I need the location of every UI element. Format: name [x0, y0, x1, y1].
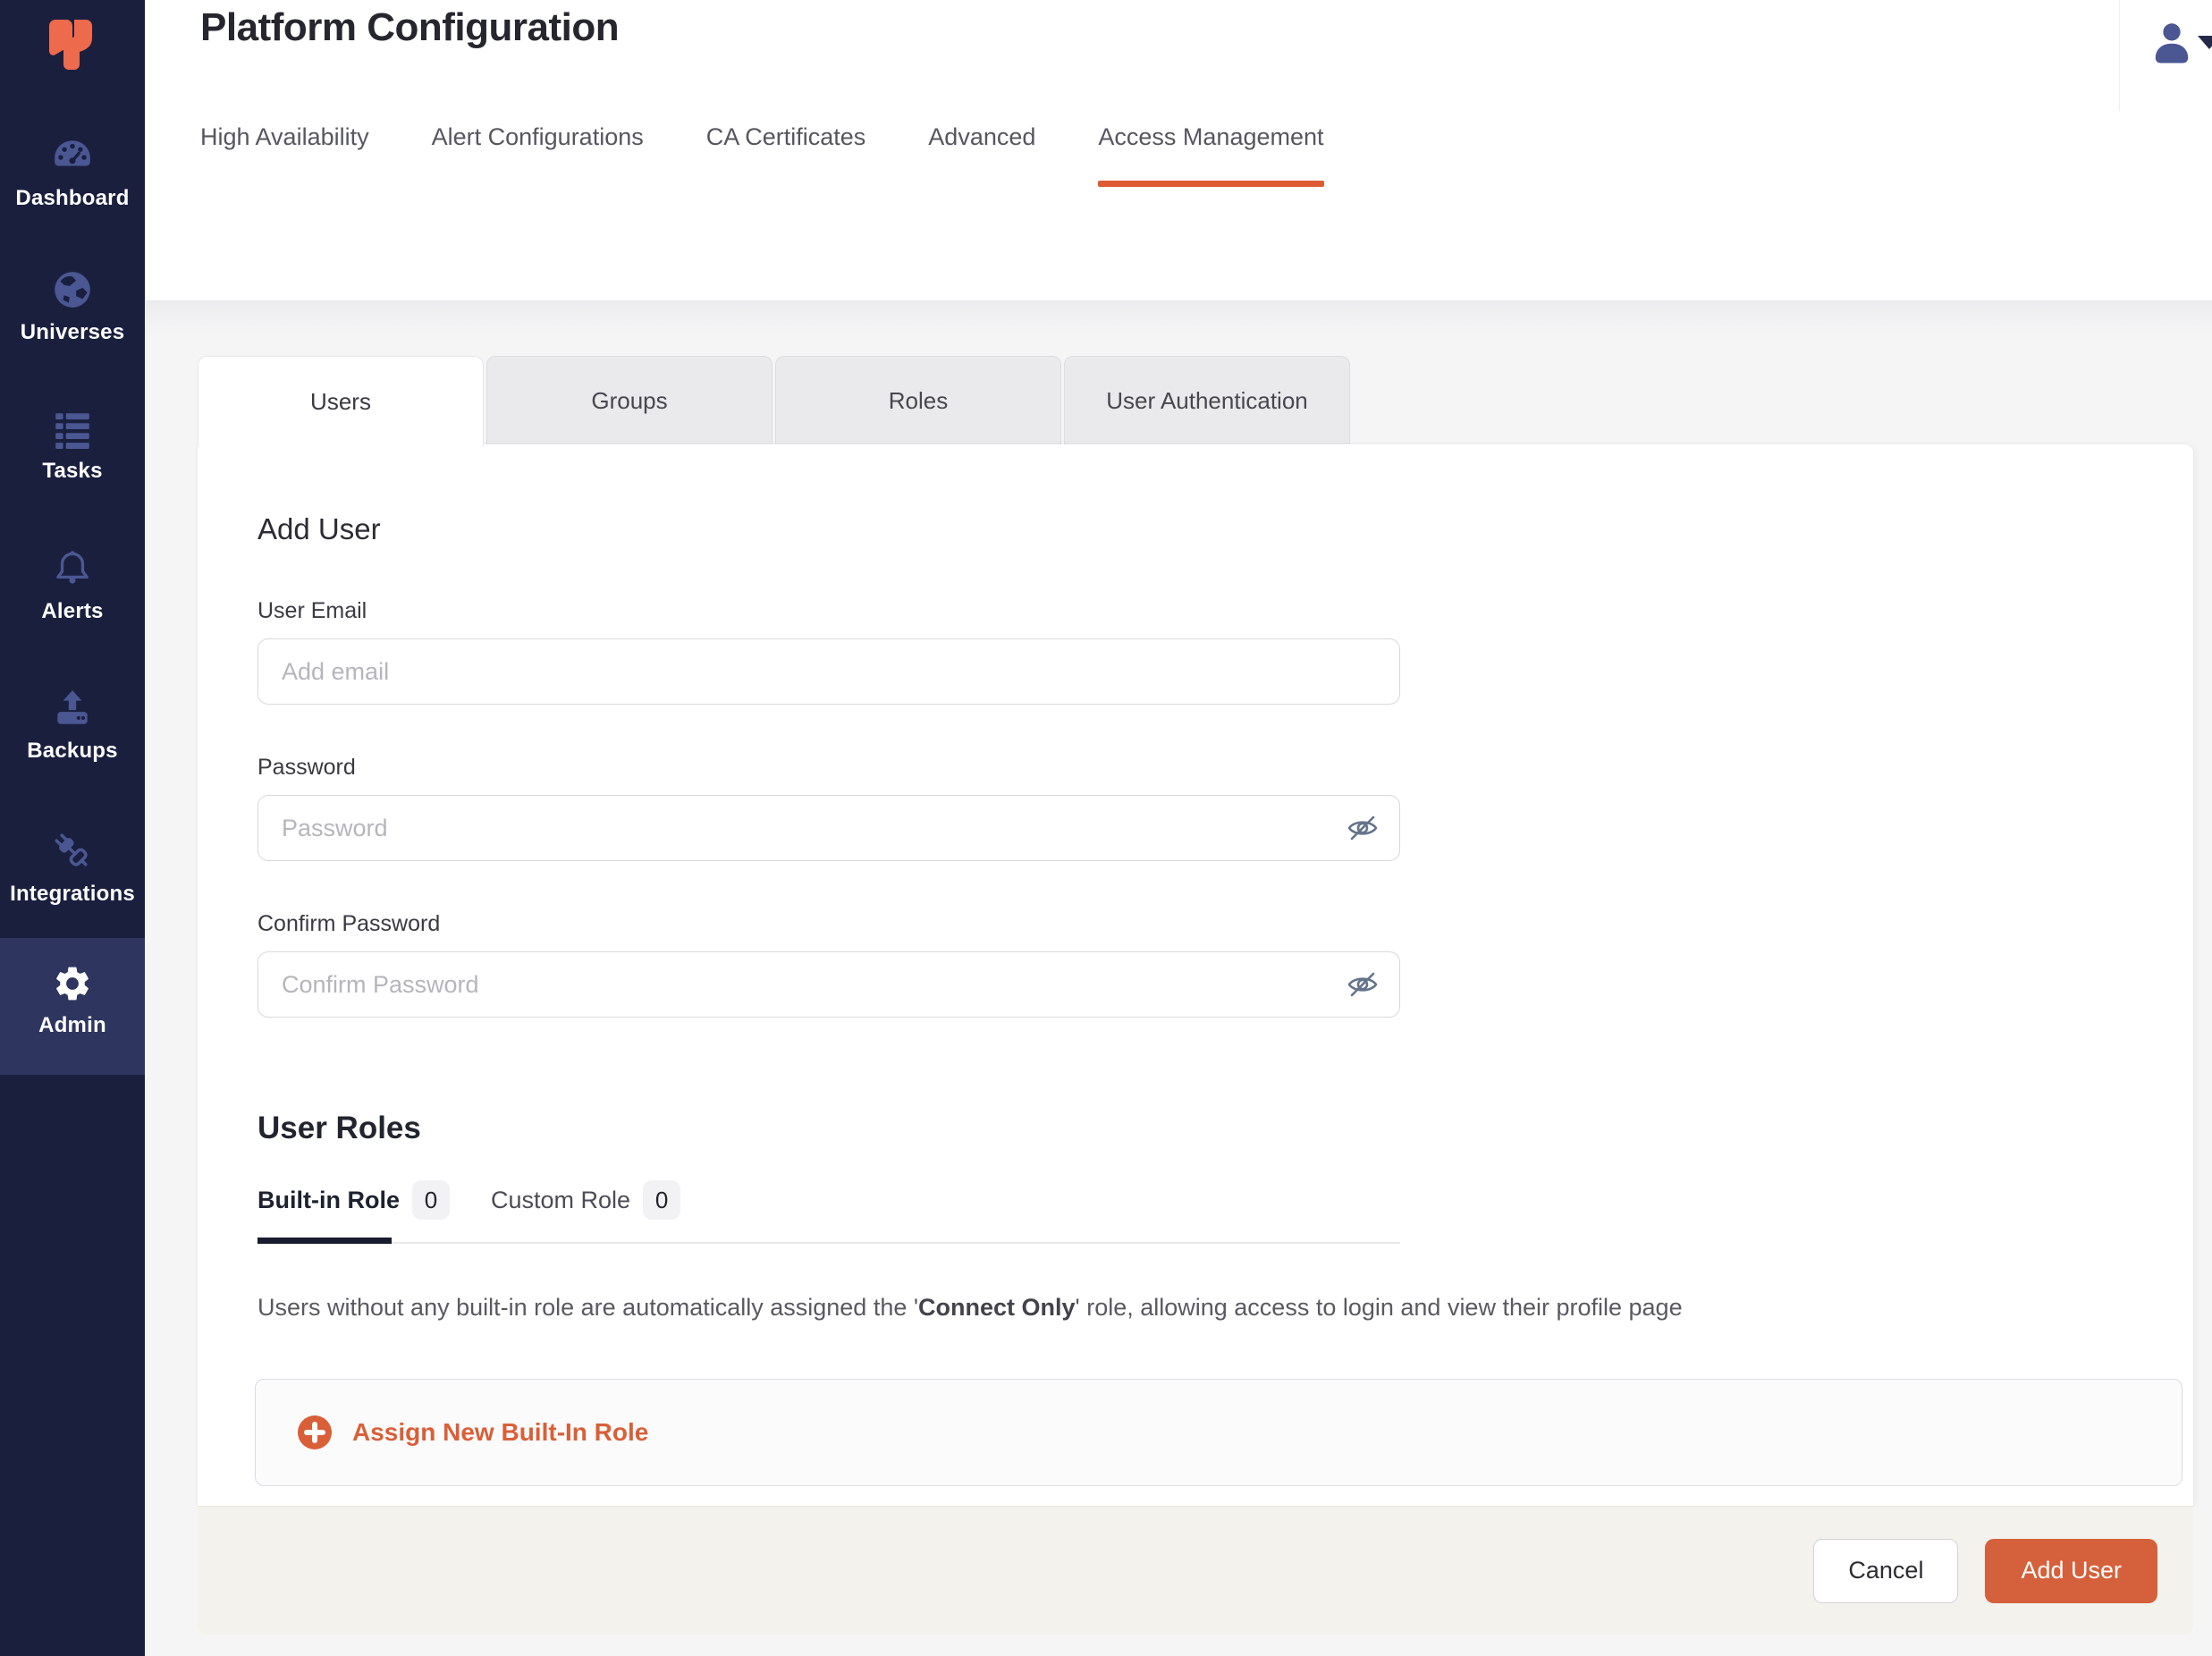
plus-circle-icon: [297, 1415, 333, 1450]
sidebar-item-universes[interactable]: Universes: [0, 268, 145, 345]
tab-access-management[interactable]: Access Management: [1098, 123, 1323, 151]
sidebar-item-admin[interactable]: Admin: [0, 938, 145, 1075]
sidebar: Dashboard Universes Tasks Alerts: [0, 0, 145, 1656]
confirm-password-input-wrap: [258, 951, 1400, 1018]
password-input-wrap: [258, 795, 1400, 861]
tab-built-in-role[interactable]: Built-in Role 0: [258, 1180, 450, 1220]
sidebar-item-integrations[interactable]: Integrations: [0, 830, 145, 907]
add-user-panel: Add User User Email Password Confirm Pas…: [198, 444, 2193, 1506]
page-title: Platform Configuration: [200, 5, 619, 50]
built-in-role-count-badge: 0: [412, 1180, 450, 1220]
user-roles-tabs: Built-in Role 0 Custom Role 0: [258, 1180, 2193, 1220]
admin-gear-icon: [52, 963, 93, 1004]
sidebar-item-label: Backups: [0, 739, 145, 764]
header-divider: [2119, 0, 2120, 111]
toggle-confirm-password-visibility-button[interactable]: [1345, 967, 1380, 1002]
role-tabs-underline: [258, 1238, 1400, 1244]
user-email-input-wrap: [258, 638, 1400, 705]
password-input[interactable]: [258, 795, 1400, 861]
confirm-password-label: Confirm Password: [258, 911, 2193, 937]
sidebar-item-label: Integrations: [0, 882, 145, 907]
alerts-bell-icon: [51, 547, 94, 590]
active-role-tab-indicator: [258, 1238, 392, 1244]
backups-upload-icon: [51, 687, 94, 730]
tasks-list-icon: [51, 407, 94, 450]
sidebar-item-alerts[interactable]: Alerts: [0, 547, 145, 624]
universes-globe-icon: [51, 268, 94, 311]
sidebar-item-backups[interactable]: Backups: [0, 687, 145, 764]
sidebar-item-label: Universes: [0, 320, 145, 345]
form-action-footer: Cancel Add User: [198, 1506, 2193, 1635]
toggle-password-visibility-button[interactable]: [1345, 810, 1380, 846]
integrations-plug-icon: [51, 830, 94, 873]
assign-new-built-in-role-button[interactable]: Assign New Built-In Role: [255, 1379, 2182, 1486]
sidebar-item-dashboard[interactable]: Dashboard: [0, 134, 145, 211]
tab-custom-role[interactable]: Custom Role 0: [491, 1180, 680, 1220]
sidebar-item-tasks[interactable]: Tasks: [0, 407, 145, 484]
tab-ca-certificates[interactable]: CA Certificates: [706, 123, 866, 151]
cancel-button[interactable]: Cancel: [1813, 1539, 1958, 1603]
role-tabs-track: [258, 1242, 1400, 1244]
eye-slash-icon: [1345, 967, 1380, 1002]
eye-slash-icon: [1345, 810, 1380, 846]
access-management-content: Users Groups Roles User Authentication A…: [145, 301, 2212, 1656]
subtab-roles[interactable]: Roles: [775, 356, 1061, 445]
sidebar-item-label: Admin: [0, 1013, 145, 1038]
yugabyte-logo-icon[interactable]: [43, 14, 102, 72]
confirm-password-input[interactable]: [258, 951, 1400, 1018]
access-management-subtabs: Users Groups Roles User Authentication: [198, 356, 1353, 447]
custom-role-label: Custom Role: [491, 1187, 630, 1214]
page-header: Platform Configuration High Availability…: [145, 0, 2212, 301]
tab-alert-configurations[interactable]: Alert Configurations: [432, 123, 644, 151]
subtab-user-authentication[interactable]: User Authentication: [1064, 356, 1350, 445]
subtab-users[interactable]: Users: [198, 356, 484, 447]
user-roles-section-title: User Roles: [258, 1111, 2193, 1146]
built-in-role-label: Built-in Role: [258, 1187, 400, 1214]
tab-high-availability[interactable]: High Availability: [200, 123, 369, 151]
description-bold-text: Connect Only: [918, 1294, 1076, 1321]
description-text: ' role, allowing access to login and vie…: [1076, 1294, 1683, 1321]
dashboard-gauge-icon: [51, 134, 94, 177]
user-email-input[interactable]: [258, 638, 1400, 705]
tab-advanced[interactable]: Advanced: [928, 123, 1035, 151]
built-in-role-description: Users without any built-in role are auto…: [258, 1294, 2193, 1322]
user-email-label: User Email: [258, 598, 2193, 624]
add-user-button[interactable]: Add User: [1985, 1539, 2157, 1603]
chevron-down-icon[interactable]: [2198, 36, 2212, 49]
password-label: Password: [258, 755, 2193, 781]
sidebar-item-label: Dashboard: [0, 186, 145, 211]
assign-button-label: Assign New Built-In Role: [352, 1418, 648, 1447]
platform-config-tabs: High Availability Alert Configurations C…: [200, 123, 1324, 151]
sidebar-item-label: Alerts: [0, 599, 145, 624]
sidebar-item-label: Tasks: [0, 459, 145, 484]
user-profile-icon[interactable]: [2148, 18, 2196, 66]
subtab-groups[interactable]: Groups: [486, 356, 773, 445]
custom-role-count-badge: 0: [643, 1180, 680, 1220]
description-text: Users without any built-in role are auto…: [258, 1294, 918, 1321]
add-user-section-title: Add User: [258, 512, 2193, 546]
